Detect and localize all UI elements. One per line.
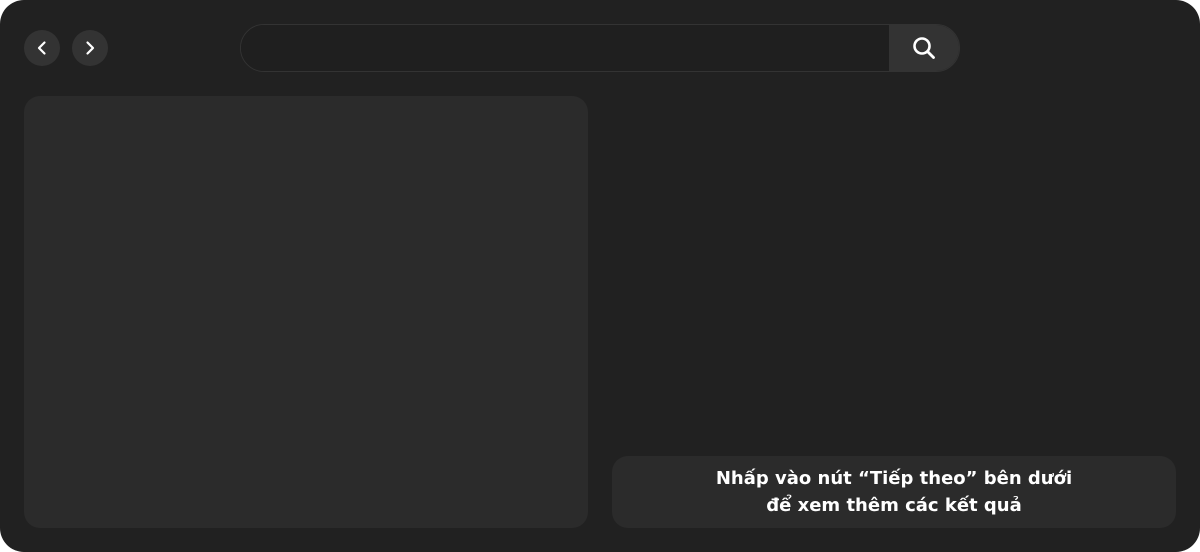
- chevron-left-icon: [37, 41, 46, 55]
- previous-button[interactable]: [24, 30, 60, 66]
- search-icon: [913, 37, 935, 59]
- next-button[interactable]: [72, 30, 108, 66]
- hint-line-1: Nhấp vào nút “Tiếp theo” bên dưới: [715, 468, 1073, 489]
- search-input[interactable]: [241, 25, 889, 71]
- hint-message: Nhấp vào nút “Tiếp theo” bên dưới để xem…: [612, 456, 1176, 528]
- chevron-right-icon: [86, 41, 95, 55]
- panel: Nhấp vào nút “Tiếp theo” bên dưới để xem…: [0, 0, 1200, 552]
- search-bar: [240, 24, 960, 72]
- search-button[interactable]: [889, 25, 959, 71]
- preview-area: [24, 96, 588, 528]
- hint-line-2: để xem thêm các kết quả: [766, 495, 1022, 516]
